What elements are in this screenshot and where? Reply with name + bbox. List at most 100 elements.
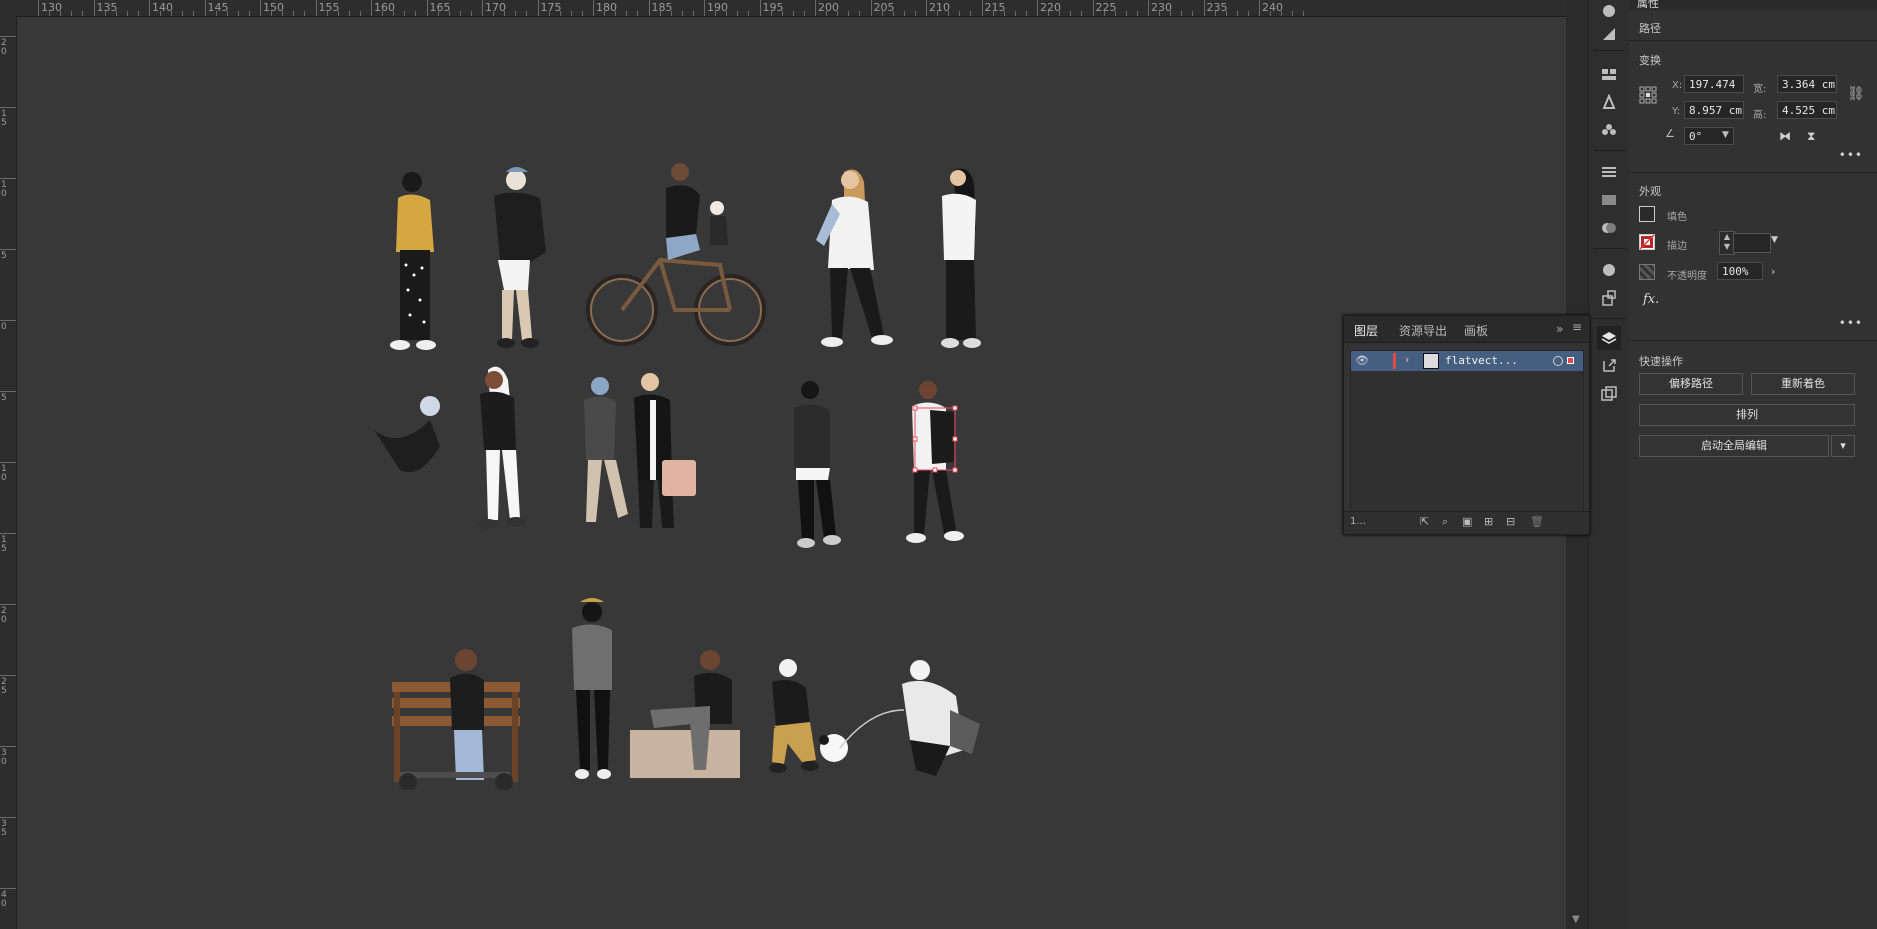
stroke-weight-input[interactable]	[1733, 233, 1771, 253]
ruler-minor-tick	[515, 11, 517, 16]
figure-woman-with-dog[interactable]	[374, 366, 526, 529]
more-appearance-options-icon[interactable]: •••	[1839, 316, 1863, 330]
ruler-tick-label: 170	[485, 1, 506, 14]
delete-layer-icon[interactable]: 🗑	[1530, 515, 1544, 528]
export-icon[interactable]	[1597, 286, 1621, 310]
flip-horizontal-icon[interactable]: ⧓	[1779, 129, 1791, 143]
ruler-major-tick	[1259, 0, 1260, 16]
opacity-input[interactable]: 100%	[1717, 262, 1763, 280]
recolor-button[interactable]: 重新着色	[1751, 373, 1855, 395]
ruler-minor-tick	[1048, 11, 1050, 16]
ruler-minor-tick	[1003, 11, 1005, 16]
global-edit-dropdown-button[interactable]: ▾	[1831, 435, 1855, 457]
x-position-input[interactable]: 197.474	[1684, 75, 1744, 93]
y-position-input[interactable]: 8.957 cm	[1684, 101, 1744, 119]
figure-woman-walking-blond[interactable]	[816, 169, 893, 347]
more-transform-options-icon[interactable]: •••	[1839, 148, 1863, 162]
figure-couple-walking[interactable]	[584, 373, 696, 528]
figure-woman-bench-scooter[interactable]	[392, 649, 520, 790]
ruler-tick-label: 15	[1, 109, 7, 128]
ruler-minor-tick	[948, 11, 950, 16]
artboards-icon[interactable]	[1597, 382, 1621, 406]
symbols-icon[interactable]	[1597, 118, 1621, 142]
new-sublayer-icon[interactable]: ⊞	[1484, 515, 1493, 528]
horizontal-ruler[interactable]: 130 135 140 145 150 155 160 165 170 175 180 185 190 1…	[0, 0, 1566, 17]
ruler-tick-label: 200	[818, 1, 839, 14]
ruler-major-tick	[1037, 0, 1038, 16]
width-input[interactable]: 3.364 cm	[1777, 75, 1837, 93]
flip-vertical-icon[interactable]: ⧗	[1807, 129, 1815, 144]
ruler-minor-tick	[1059, 11, 1061, 16]
figure-woman-phone-plaid[interactable]	[941, 168, 981, 348]
figure-cyclist-with-child[interactable]	[586, 163, 766, 346]
artboard-canvas[interactable]: 130 135 140 145 150 155 160 165 170 175 180 185 190 1…	[0, 0, 1566, 929]
transparency-icon[interactable]	[1597, 216, 1621, 240]
ruler-tick-label: 235	[1206, 1, 1228, 14]
vertical-ruler[interactable]: 20 15 10 5 0 5 10 15 20 25 30 35 40	[0, 16, 17, 929]
stroke-swatch[interactable]	[1639, 234, 1655, 250]
arrange-button[interactable]: 排列	[1639, 404, 1855, 426]
ruler-minor-tick	[359, 11, 361, 16]
visibility-eye-icon[interactable]: 👁	[1355, 354, 1369, 367]
ruler-minor-tick	[326, 11, 328, 16]
panel-expand-icon[interactable]: »	[1556, 322, 1563, 336]
selection-indicator[interactable]	[1567, 357, 1574, 364]
tab-layers[interactable]: 图层	[1354, 322, 1378, 339]
x-label: X:	[1672, 80, 1683, 91]
ruler-tick-label: 5	[1, 393, 7, 403]
figure-man-plaid-shirt[interactable]	[794, 381, 841, 548]
brushes-icon[interactable]	[1597, 90, 1621, 114]
layer-row[interactable]: 👁 › flatvect...	[1351, 351, 1583, 371]
asset-export-icon[interactable]	[1597, 354, 1621, 378]
figure-man-crouching[interactable]	[769, 659, 819, 773]
properties-panel-icon[interactable]	[1597, 0, 1621, 24]
align-panel-icon[interactable]	[1597, 160, 1621, 184]
appearance-title: 外观	[1639, 185, 1661, 198]
gradient-panel-icon[interactable]	[1597, 22, 1621, 46]
ruler-minor-tick	[115, 11, 117, 16]
panel-menu-icon[interactable]: ≡	[1572, 320, 1582, 334]
libraries-icon[interactable]	[1597, 62, 1621, 86]
tab-artboards[interactable]: 画板	[1464, 322, 1488, 339]
stroke-weight-dropdown-icon[interactable]: ▼	[1771, 235, 1778, 245]
ruler-major-tick	[1148, 0, 1149, 16]
ruler-minor-tick	[1103, 11, 1105, 16]
figure-woman-back-cap[interactable]	[572, 598, 612, 779]
layer-name[interactable]: flatvect...	[1445, 354, 1518, 367]
rotation-dropdown-chevron-icon[interactable]: ▼	[1722, 130, 1729, 140]
ruler-tick-label: 155	[318, 1, 340, 14]
ruler-minor-tick	[49, 11, 51, 16]
ruler-major-tick	[0, 817, 16, 818]
target-circle-icon[interactable]	[1553, 356, 1563, 366]
figure-woman-with-puppy[interactable]	[819, 660, 980, 776]
tab-asset-export[interactable]: 资源导出	[1399, 322, 1447, 339]
appearance-icon[interactable]	[1597, 258, 1621, 282]
clipping-mask-icon[interactable]: ▣	[1462, 515, 1472, 528]
figure-selected-man-backpack[interactable]	[906, 381, 964, 543]
gradient-swatch-icon[interactable]	[1597, 188, 1621, 212]
ruler-minor-tick	[470, 11, 472, 16]
constrain-proportions-icon[interactable]: ⛓	[1847, 86, 1865, 102]
opacity-expand-icon[interactable]: ›	[1771, 265, 1775, 278]
ruler-major-tick	[537, 0, 539, 16]
layers-panel-icon[interactable]	[1597, 326, 1621, 350]
reference-point-icon[interactable]	[1639, 86, 1657, 104]
figure-man-black-jacket[interactable]	[494, 167, 546, 348]
start-global-edit-button[interactable]: 启动全局编辑	[1639, 435, 1829, 457]
expand-chevron-icon[interactable]: ›	[1405, 353, 1409, 366]
layers-panel[interactable]: 图层 资源导出 画板 » ≡ 👁 › flatvect... 1... ⇱ ⌕ …	[1343, 315, 1590, 535]
effects-fx-button[interactable]: fx.	[1643, 292, 1659, 307]
fill-swatch[interactable]	[1639, 206, 1655, 222]
offset-path-button[interactable]: 偏移路径	[1639, 373, 1743, 395]
ruler-tick-label: 20	[1, 606, 7, 625]
ruler-minor-tick	[415, 11, 417, 16]
new-layer-icon[interactable]: ⊟	[1506, 515, 1515, 528]
locate-object-icon[interactable]: ⌕	[1442, 515, 1448, 529]
collect-export-icon[interactable]: ⇱	[1420, 515, 1429, 528]
figure-woman-sitting-block[interactable]	[630, 650, 740, 778]
flat-vector-people-artwork[interactable]	[370, 150, 1030, 790]
figure-woman-yellow-hoodie[interactable]	[390, 172, 436, 350]
scroll-down-icon[interactable]: ▼	[1572, 914, 1580, 925]
tab-properties[interactable]: 属性	[1637, 0, 1659, 11]
height-input[interactable]: 4.525 cm	[1777, 101, 1837, 119]
